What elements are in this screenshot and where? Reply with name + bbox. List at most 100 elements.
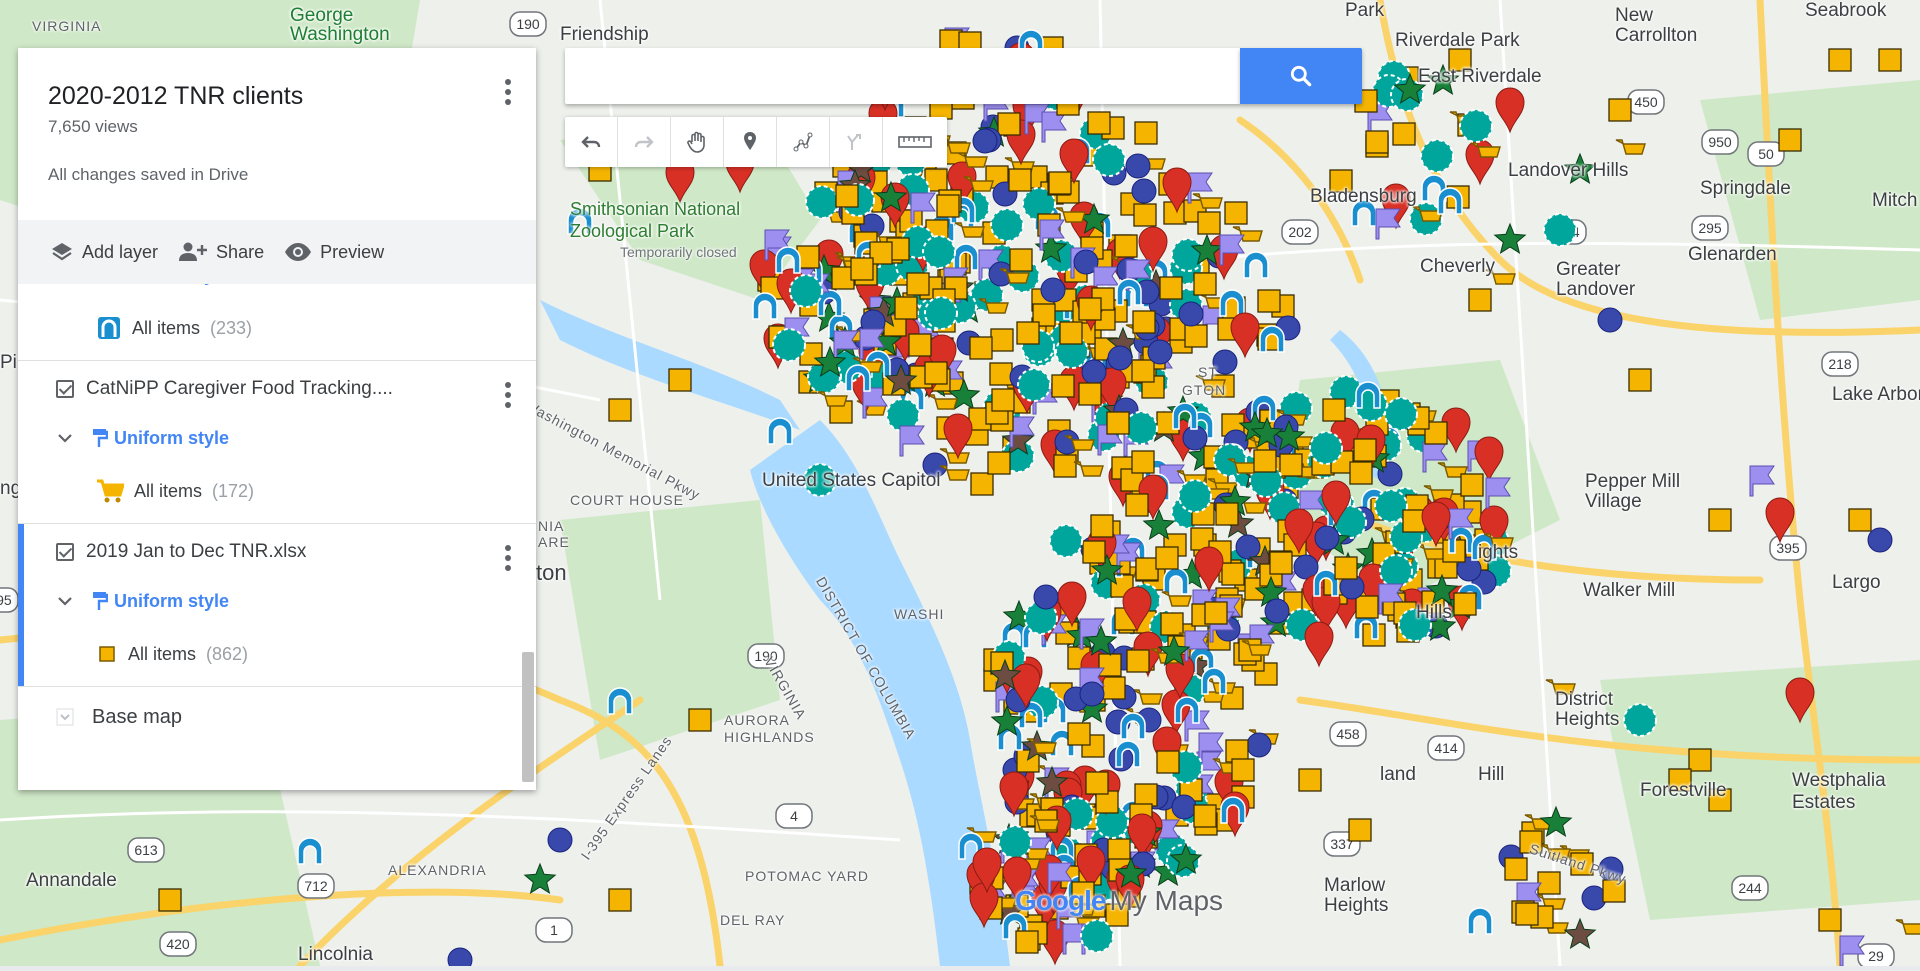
chevron-down-icon[interactable] xyxy=(56,429,74,447)
dot-marker[interactable] xyxy=(1040,277,1066,303)
panel-scrollbar[interactable] xyxy=(522,652,534,782)
tnr-client-marker[interactable] xyxy=(1155,546,1179,570)
uniform-style-link[interactable]: Uniform style xyxy=(90,590,229,612)
flower-marker[interactable] xyxy=(1379,554,1413,588)
tnr-client-marker[interactable] xyxy=(1160,612,1184,636)
base-map-toggle-icon[interactable] xyxy=(56,708,74,726)
dot-marker[interactable] xyxy=(1171,794,1197,820)
tnr-client-marker[interactable] xyxy=(1053,454,1077,478)
flower-marker[interactable] xyxy=(1178,479,1212,513)
tnr-client-marker[interactable] xyxy=(1848,508,1872,532)
tnr-client-marker[interactable] xyxy=(1098,653,1122,677)
tnr-client-marker[interactable] xyxy=(1334,556,1358,580)
tnr-client-marker[interactable] xyxy=(1878,48,1902,72)
tnr-client-marker[interactable] xyxy=(1224,201,1248,225)
tnr-client-marker[interactable] xyxy=(158,888,182,912)
tnr-client-marker[interactable] xyxy=(1828,48,1852,72)
tnr-client-marker[interactable] xyxy=(1131,359,1155,383)
directions-button[interactable] xyxy=(830,117,883,167)
tnr-client-marker[interactable] xyxy=(1392,122,1416,146)
tnr-client-marker[interactable] xyxy=(1253,449,1277,473)
layer-name[interactable]: 2019 Jan to Dec TNR.xlsx xyxy=(86,541,306,563)
tnr-client-marker[interactable] xyxy=(1156,750,1180,774)
tnr-client-marker[interactable] xyxy=(1468,288,1492,312)
tnr-client-marker[interactable] xyxy=(1231,758,1255,782)
preview-button[interactable]: Preview xyxy=(284,242,384,263)
search-input[interactable] xyxy=(565,48,1237,102)
tnr-client-marker[interactable] xyxy=(1504,857,1528,881)
tnr-client-marker[interactable] xyxy=(1087,111,1111,135)
tnr-client-marker[interactable] xyxy=(608,888,632,912)
uniform-style-link[interactable]: Uniform style xyxy=(90,284,229,286)
dot-marker[interactable] xyxy=(1246,732,1272,758)
flower-marker[interactable] xyxy=(1124,411,1158,445)
flower-marker[interactable] xyxy=(1309,431,1343,465)
tnr-client-marker[interactable] xyxy=(1204,601,1228,625)
flower-marker[interactable] xyxy=(998,825,1032,859)
tnr-client-marker[interactable] xyxy=(989,362,1013,386)
tnr-client-marker[interactable] xyxy=(969,336,993,360)
share-button[interactable]: Share xyxy=(178,241,264,263)
tnr-client-marker[interactable] xyxy=(1048,171,1072,195)
tnr-client-marker[interactable] xyxy=(1402,509,1426,533)
tnr-client-marker[interactable] xyxy=(1215,502,1239,526)
tnr-client-marker[interactable] xyxy=(1348,818,1372,842)
tnr-client-marker[interactable] xyxy=(987,451,1011,475)
tnr-client-marker[interactable] xyxy=(608,398,632,422)
tnr-client-marker[interactable] xyxy=(1184,324,1208,348)
tnr-client-marker[interactable] xyxy=(1365,130,1389,154)
flower-marker[interactable] xyxy=(1080,919,1114,953)
flower-marker[interactable] xyxy=(924,296,958,330)
dot-marker[interactable] xyxy=(1314,525,1340,551)
undo-button[interactable] xyxy=(565,117,618,167)
tnr-client-marker[interactable] xyxy=(906,272,930,296)
tnr-client-marker[interactable] xyxy=(990,328,1014,352)
tnr-client-marker[interactable] xyxy=(936,194,960,218)
tnr-client-marker[interactable] xyxy=(1708,508,1732,532)
tnr-client-marker[interactable] xyxy=(1349,461,1373,485)
tnr-client-marker[interactable] xyxy=(1125,493,1149,517)
dot-marker[interactable] xyxy=(1235,534,1261,560)
tnr-client-marker[interactable] xyxy=(668,368,692,392)
add-marker-button[interactable] xyxy=(724,117,777,167)
dot-marker[interactable] xyxy=(1081,359,1107,385)
flower-marker[interactable] xyxy=(1017,368,1051,402)
tnr-client-marker[interactable] xyxy=(1106,411,1130,435)
tnr-client-marker[interactable] xyxy=(1135,557,1159,581)
flower-marker[interactable] xyxy=(1384,397,1418,431)
tnr-client-marker[interactable] xyxy=(1159,276,1183,300)
tnr-client-marker[interactable] xyxy=(1193,272,1217,296)
search-button[interactable] xyxy=(1240,48,1362,104)
tnr-client-marker[interactable] xyxy=(1778,128,1802,152)
dot-marker[interactable] xyxy=(1867,527,1893,553)
dot-marker[interactable] xyxy=(547,827,573,853)
dot-marker[interactable] xyxy=(1131,178,1157,204)
chevron-down-icon[interactable] xyxy=(56,592,74,610)
flower-marker[interactable] xyxy=(1543,213,1577,247)
dot-marker[interactable] xyxy=(1033,584,1059,610)
flower-marker[interactable] xyxy=(1171,238,1205,272)
tnr-client-marker[interactable] xyxy=(1085,771,1109,795)
flower-marker[interactable] xyxy=(789,274,823,308)
flower-marker[interactable] xyxy=(1420,139,1454,173)
flower-marker[interactable] xyxy=(922,235,956,269)
dot-marker[interactable] xyxy=(1178,301,1204,327)
flower-marker[interactable] xyxy=(805,185,839,219)
layer-list[interactable]: Uniform style All items (233) CatNiPP Ca… xyxy=(18,284,536,790)
tnr-client-marker[interactable] xyxy=(1134,783,1158,807)
tnr-client-marker[interactable] xyxy=(1279,453,1303,477)
flower-marker[interactable] xyxy=(1092,143,1126,177)
layer-name[interactable]: CatNiPP Caregiver Food Tracking.... xyxy=(86,378,393,400)
tnr-client-marker[interactable] xyxy=(1015,930,1039,954)
measure-button[interactable] xyxy=(883,117,947,167)
tnr-client-marker[interactable] xyxy=(997,112,1021,136)
tnr-client-marker[interactable] xyxy=(1059,321,1083,345)
dot-marker[interactable] xyxy=(1597,307,1623,333)
layer-visibility-checkbox[interactable] xyxy=(56,543,74,561)
dot-marker[interactable] xyxy=(1147,339,1173,365)
redo-button[interactable] xyxy=(618,117,671,167)
tnr-client-marker[interactable] xyxy=(1134,121,1158,145)
layer-items-row[interactable]: All items (862) xyxy=(56,622,536,686)
uniform-style-link[interactable]: Uniform style xyxy=(90,427,229,449)
tnr-client-marker[interactable] xyxy=(1515,902,1539,926)
